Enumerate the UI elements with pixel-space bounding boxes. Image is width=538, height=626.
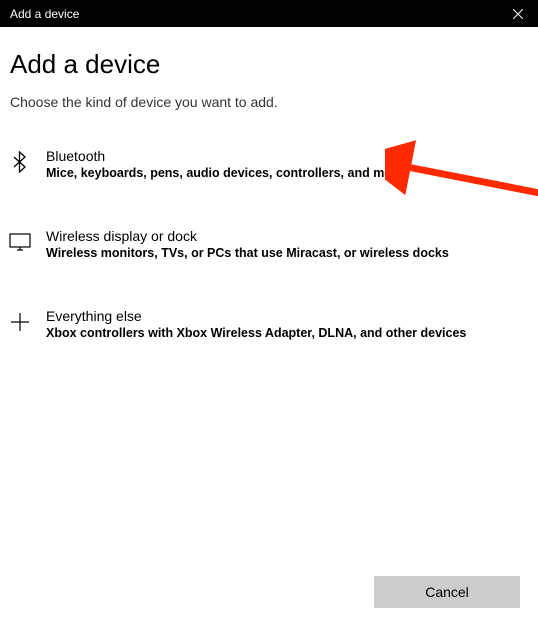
titlebar: Add a device	[0, 0, 538, 27]
option-wireless-display[interactable]: Wireless display or dock Wireless monito…	[10, 216, 528, 272]
option-desc: Mice, keyboards, pens, audio devices, co…	[46, 166, 404, 180]
display-icon	[8, 230, 32, 254]
plus-icon	[8, 310, 32, 334]
page-heading: Add a device	[10, 49, 528, 80]
bluetooth-icon	[8, 150, 32, 174]
option-everything-else[interactable]: Everything else Xbox controllers with Xb…	[10, 296, 528, 352]
titlebar-title: Add a device	[10, 7, 79, 21]
option-title: Everything else	[46, 308, 466, 324]
option-text: Everything else Xbox controllers with Xb…	[46, 308, 466, 340]
page-subheading: Choose the kind of device you want to ad…	[10, 94, 528, 110]
cancel-button[interactable]: Cancel	[374, 576, 520, 608]
option-bluetooth[interactable]: Bluetooth Mice, keyboards, pens, audio d…	[10, 136, 528, 192]
content-area: Add a device Choose the kind of device y…	[0, 27, 538, 376]
close-button[interactable]	[506, 2, 530, 26]
option-text: Bluetooth Mice, keyboards, pens, audio d…	[46, 148, 404, 180]
close-icon	[513, 9, 523, 19]
option-desc: Wireless monitors, TVs, or PCs that use …	[46, 246, 449, 260]
option-title: Wireless display or dock	[46, 228, 449, 244]
option-text: Wireless display or dock Wireless monito…	[46, 228, 449, 260]
footer: Cancel	[374, 576, 520, 608]
device-option-list: Bluetooth Mice, keyboards, pens, audio d…	[10, 136, 528, 376]
option-title: Bluetooth	[46, 148, 404, 164]
option-desc: Xbox controllers with Xbox Wireless Adap…	[46, 326, 466, 340]
